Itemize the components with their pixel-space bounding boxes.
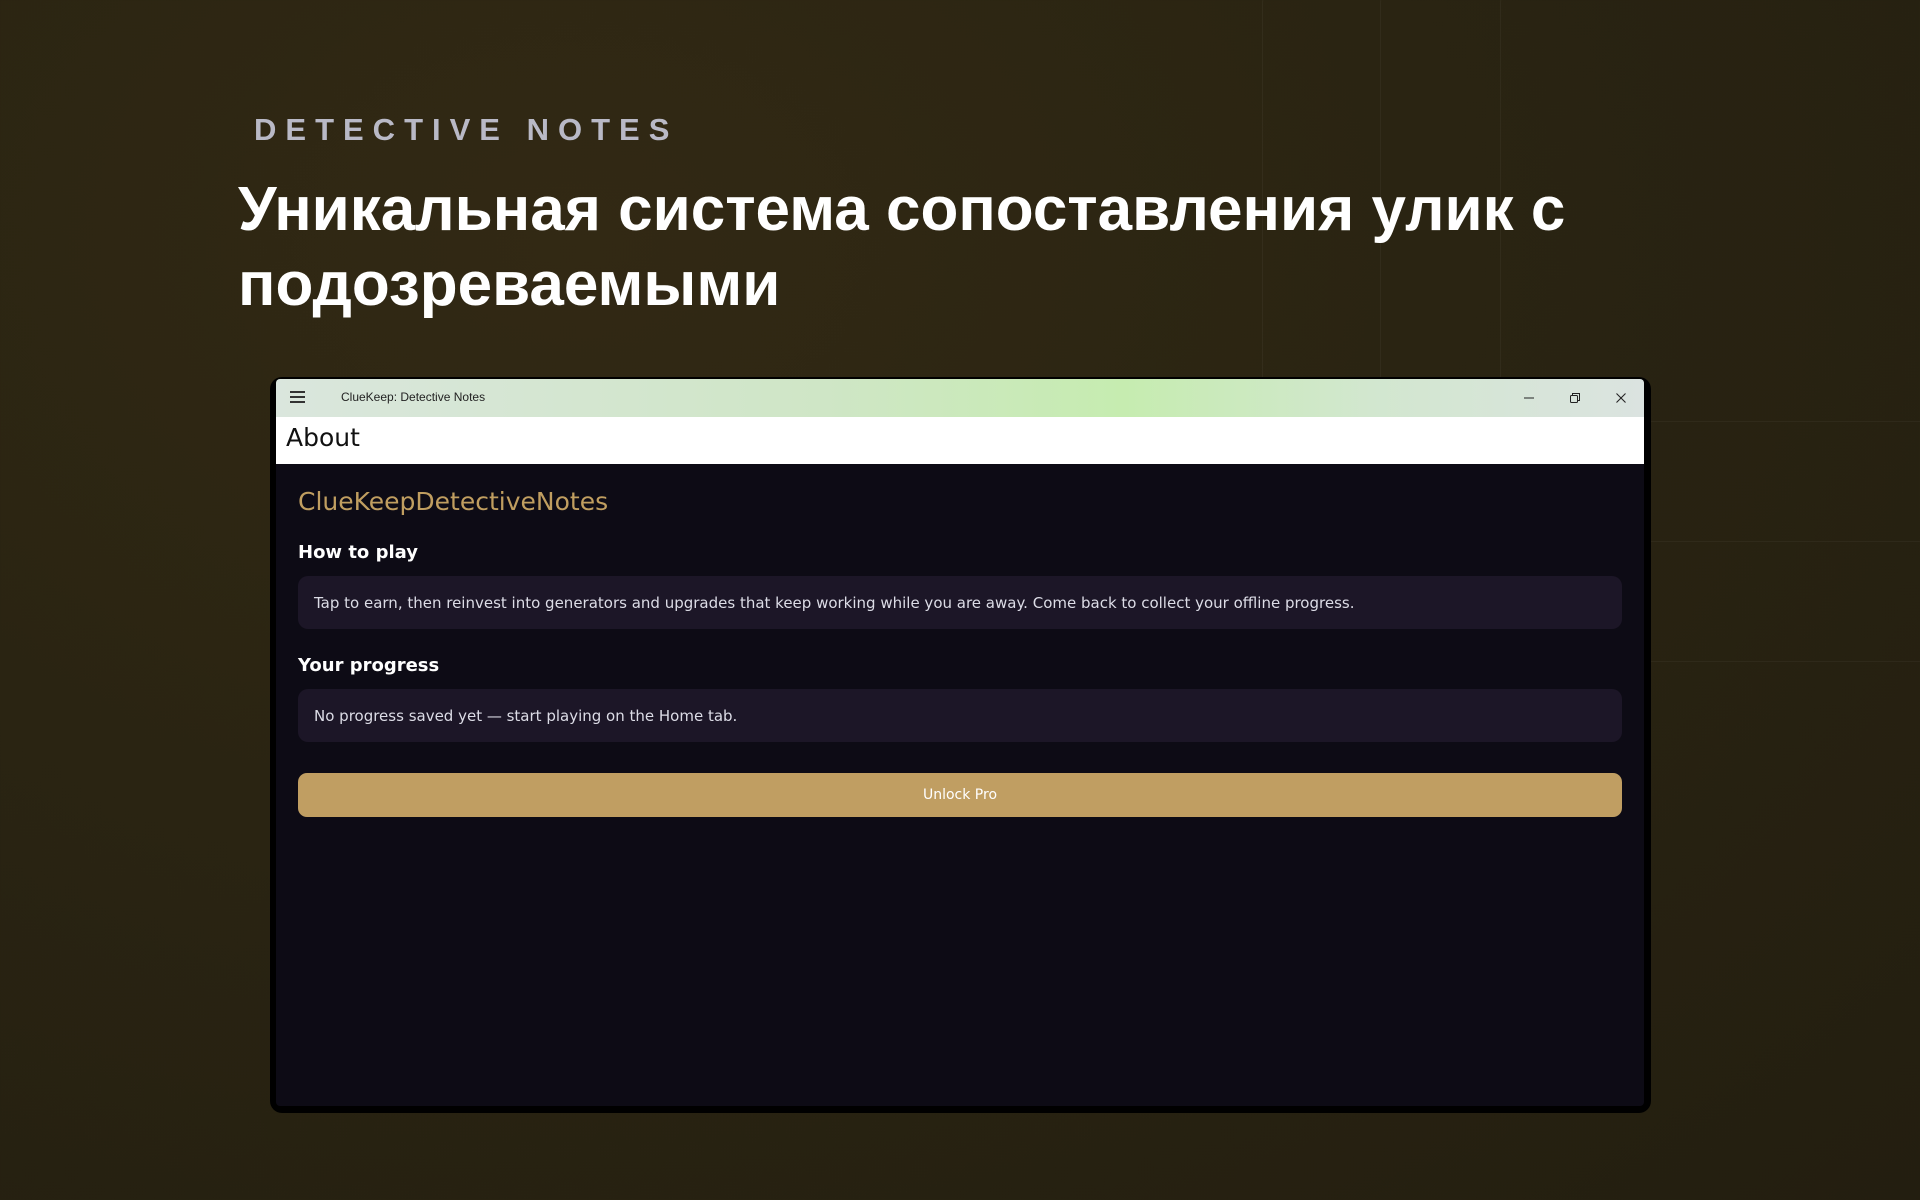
how-to-play-text: Tap to earn, then reinvest into generato… <box>314 593 1355 612</box>
page-header: About <box>276 417 1644 464</box>
minimize-button[interactable] <box>1506 379 1552 417</box>
promo-eyebrow: DETECTIVE NOTES <box>254 112 679 147</box>
how-to-play-card: Tap to earn, then reinvest into generato… <box>298 576 1622 629</box>
restore-icon <box>1570 393 1580 403</box>
minimize-icon <box>1524 397 1534 399</box>
window-title: ClueKeep: Detective Notes <box>341 390 486 404</box>
app-name: ClueKeepDetectiveNotes <box>298 487 609 516</box>
window-controls <box>1506 379 1644 417</box>
about-content: ClueKeepDetectiveNotes How to play Tap t… <box>276 487 1644 817</box>
title-bar[interactable]: ClueKeep: Detective Notes <box>276 379 1644 417</box>
how-to-play-title: How to play <box>298 542 418 563</box>
progress-card: No progress saved yet — start playing on… <box>298 689 1622 742</box>
app-window: ClueKeep: Detective Notes About ClueKeep… <box>276 379 1644 1106</box>
progress-title: Your progress <box>298 655 440 676</box>
hamburger-menu-icon[interactable] <box>290 391 305 403</box>
page-title: About <box>286 423 360 452</box>
close-button[interactable] <box>1598 379 1644 417</box>
unlock-pro-button[interactable]: Unlock Pro <box>298 773 1622 817</box>
promo-headline: Уникальная система сопоставления улик с … <box>238 175 1566 319</box>
restore-button[interactable] <box>1552 379 1598 417</box>
close-icon <box>1616 393 1626 403</box>
progress-text: No progress saved yet — start playing on… <box>314 706 738 725</box>
